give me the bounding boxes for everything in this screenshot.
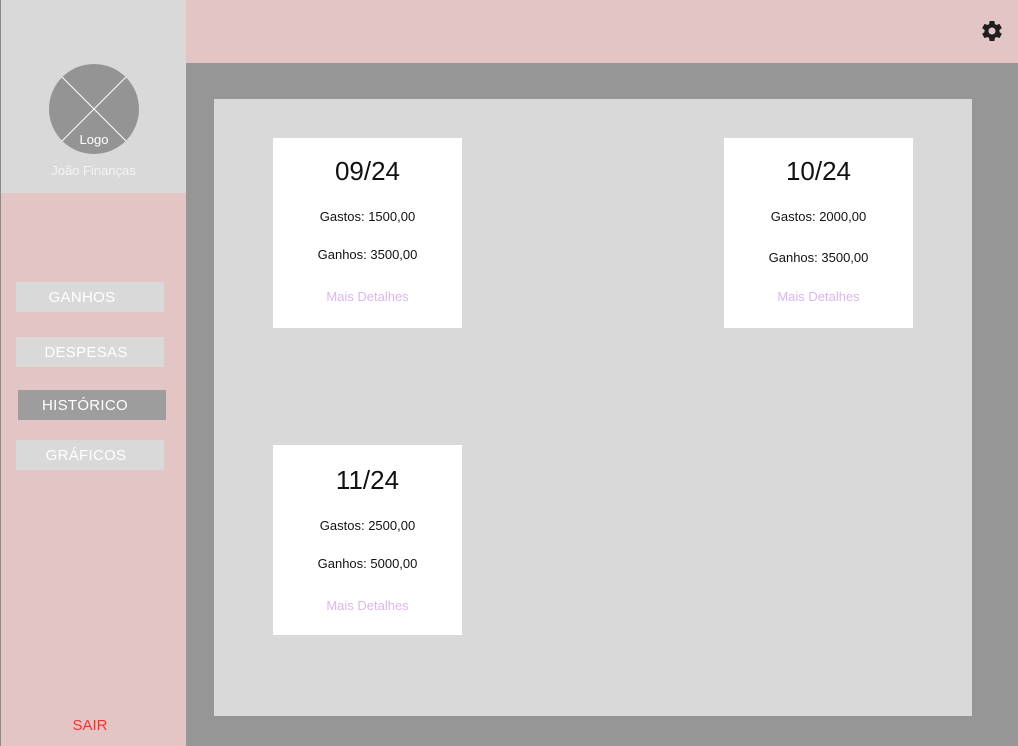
nav-ganhos-button[interactable]: GANHOS <box>16 282 164 312</box>
card-period: 11/24 <box>335 465 400 495</box>
brand-panel: Logo João Finanças <box>1 0 186 193</box>
month-card: 09/24 Gastos: 1500,00 Ganhos: 3500,00 Ma… <box>273 138 462 328</box>
card-expenses: Gastos: 2500,00 <box>319 518 416 533</box>
card-expenses: Gastos: 2000,00 <box>770 209 867 224</box>
gear-icon <box>982 20 1002 41</box>
card-expenses: Gastos: 1500,00 <box>319 209 416 224</box>
user-name: João Finanças <box>51 163 136 178</box>
nav-graficos-button[interactable]: GRÁFICOS <box>16 440 164 470</box>
card-income: Ganhos: 5000,00 <box>317 556 418 571</box>
more-details-link[interactable]: Mais Detalhes <box>273 598 462 613</box>
top-bar <box>186 0 1018 63</box>
nav-despesas-button[interactable]: DESPESAS <box>16 337 164 367</box>
month-card: 11/24 Gastos: 2500,00 Ganhos: 5000,00 Ma… <box>273 445 462 635</box>
card-income: Ganhos: 3500,00 <box>317 247 418 262</box>
card-period: 10/24 <box>785 156 852 186</box>
history-panel: 09/24 Gastos: 1500,00 Ganhos: 3500,00 Ma… <box>214 99 972 716</box>
logout-button[interactable]: SAIR <box>1 717 179 734</box>
more-details-link[interactable]: Mais Detalhes <box>724 289 913 304</box>
logo: Logo <box>48 63 140 155</box>
card-period: 09/24 <box>334 156 401 186</box>
nav-historico-button[interactable]: HISTÓRICO <box>18 390 166 420</box>
app-window: Logo João Finanças GANHOS DESPESAS HISTÓ… <box>0 0 1018 746</box>
settings-button[interactable] <box>980 19 1004 43</box>
sidebar: Logo João Finanças GANHOS DESPESAS HISTÓ… <box>0 0 186 746</box>
more-details-link[interactable]: Mais Detalhes <box>273 289 462 304</box>
logo-text: Logo <box>79 132 109 147</box>
card-income: Ganhos: 3500,00 <box>768 250 869 265</box>
month-card: 10/24 Gastos: 2000,00 Ganhos: 3500,00 Ma… <box>724 138 913 328</box>
